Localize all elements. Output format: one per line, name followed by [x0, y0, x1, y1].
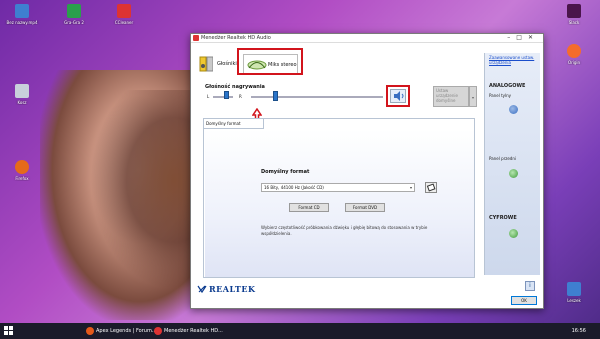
jack-blue-icon[interactable] — [509, 105, 518, 114]
desktop-icon-label: Firefox — [15, 176, 29, 181]
panel-content: Domyślny format 16 Bity, 44100 Hz (Jakoś… — [205, 129, 474, 277]
reset-format-button[interactable] — [425, 182, 437, 193]
balance-track[interactable] — [213, 96, 233, 98]
desktop-icon-label: Kosz — [17, 100, 27, 105]
ccleaner-icon — [117, 4, 131, 18]
desktop-icon[interactable]: Origin — [554, 44, 594, 65]
tab-default-format[interactable]: Domyślny format — [204, 119, 264, 129]
format-description: Wybierz częstotliwość próbkowania dźwięk… — [261, 225, 428, 236]
origin-icon — [567, 44, 581, 58]
desktop-icon-label: Bez nazwy.mp4 — [6, 20, 38, 25]
format-select-value: 16 Bity, 44100 Hz (Jakość CD) — [264, 185, 324, 190]
set-default-button[interactable]: Ustaw urządzenie domyślne — [433, 86, 469, 107]
tab-speakers[interactable]: Głośniki — [197, 54, 237, 74]
close-icon[interactable]: ✕ — [528, 34, 539, 41]
jack-green-icon[interactable] — [509, 169, 518, 178]
highlight-box — [386, 85, 410, 107]
rear-panel-label: Panel tylny — [489, 93, 512, 98]
desktop-icon-label: Gra-Gra 2 — [64, 20, 84, 25]
taskbar-item-realtek[interactable]: Menedżer Realtek HD... — [152, 325, 223, 337]
maximize-icon[interactable]: □ — [516, 34, 528, 41]
digital-heading: CYFROWE — [489, 215, 517, 221]
realtek-crab-icon — [197, 285, 207, 294]
taskbar-item-label: Apex Legends | Forum... — [96, 328, 157, 334]
volume-track[interactable] — [251, 96, 383, 98]
balance-thumb[interactable] — [224, 91, 229, 99]
left-channel-label: L — [207, 94, 210, 99]
set-default-dropdown[interactable]: ▾ — [469, 86, 477, 107]
desktop-icon-label: CCleaner — [114, 20, 134, 25]
file-icon — [15, 4, 29, 18]
taskbar-item-label: Menedżer Realtek HD... — [164, 328, 223, 334]
taskbar-item-apex[interactable]: Apex Legends | Forum... — [84, 325, 157, 337]
realtek-app-icon — [193, 35, 199, 41]
front-panel-label: Panel przedni — [489, 156, 516, 161]
info-icon: i — [529, 282, 531, 289]
eraser-icon — [426, 183, 436, 192]
recycle-bin-icon — [15, 84, 29, 98]
desktop-icon[interactable]: Slack — [554, 4, 594, 25]
info-button[interactable]: i — [525, 281, 535, 291]
desktop-icon-label: Leszek — [567, 298, 581, 303]
analog-heading: ANALOGOWE — [489, 83, 526, 89]
game-icon — [67, 4, 81, 18]
dvd-format-button[interactable]: Format DVD — [345, 203, 385, 212]
desktop-icon[interactable]: Kosz — [2, 84, 42, 105]
window-title: Menedżer Realtek HD Audio — [201, 35, 271, 41]
clock: 16:56 — [571, 328, 586, 334]
firefox-icon — [15, 160, 29, 174]
realtek-logo: REALTEK — [209, 284, 256, 294]
realtek-window: Menedżer Realtek HD Audio –□✕ Głośniki M… — [190, 33, 544, 309]
right-channel-label: R — [239, 94, 242, 99]
tab-label: Głośniki — [217, 61, 237, 67]
desktop-icon[interactable]: Bez nazwy.mp4 — [2, 4, 42, 25]
desktop-icon-label: Slack — [568, 20, 580, 25]
jack-digital-icon[interactable] — [509, 229, 518, 238]
connector-sidebar: Zaawansowane ustaw. urządzenia ANALOGOWE… — [484, 53, 540, 275]
volume-thumb[interactable] — [273, 91, 279, 101]
default-format-panel: Domyślny format Domyślny format 16 Bity,… — [203, 118, 475, 278]
chevron-down-icon: ▾ — [409, 185, 412, 190]
window-controls: –□✕ — [507, 34, 539, 41]
slack-icon — [567, 4, 581, 18]
title-bar[interactable]: Menedżer Realtek HD Audio –□✕ — [191, 34, 543, 43]
cd-format-button[interactable]: Format CD — [289, 203, 329, 212]
minimize-icon[interactable]: – — [507, 34, 516, 41]
desktop-icon[interactable]: Leszek — [554, 282, 594, 303]
format-select[interactable]: 16 Bity, 44100 Hz (Jakość CD) ▾ — [261, 183, 415, 192]
advanced-settings-link[interactable]: Zaawansowane ustaw. urządzenia — [489, 55, 540, 65]
ok-button[interactable]: OK — [511, 296, 537, 305]
desktop-icon-label: Origin — [567, 60, 581, 65]
speaker-device-icon — [199, 56, 213, 72]
desktop-icon[interactable]: Firefox — [2, 160, 42, 181]
desktop-icon[interactable]: Gra-Gra 2 — [54, 4, 94, 25]
folder-icon — [567, 282, 581, 296]
windows-start-icon[interactable] — [4, 326, 14, 336]
section-title: Domyślny format — [261, 169, 310, 175]
highlight-box — [237, 48, 303, 75]
volume-label: Głośność nagrywania — [205, 84, 265, 90]
realtek-taskbar-icon — [154, 327, 162, 335]
taskbar: Apex Legends | Forum... Menedżer Realtek… — [0, 323, 600, 339]
browser-icon — [86, 327, 94, 335]
desktop-icon[interactable]: CCleaner — [104, 4, 144, 25]
